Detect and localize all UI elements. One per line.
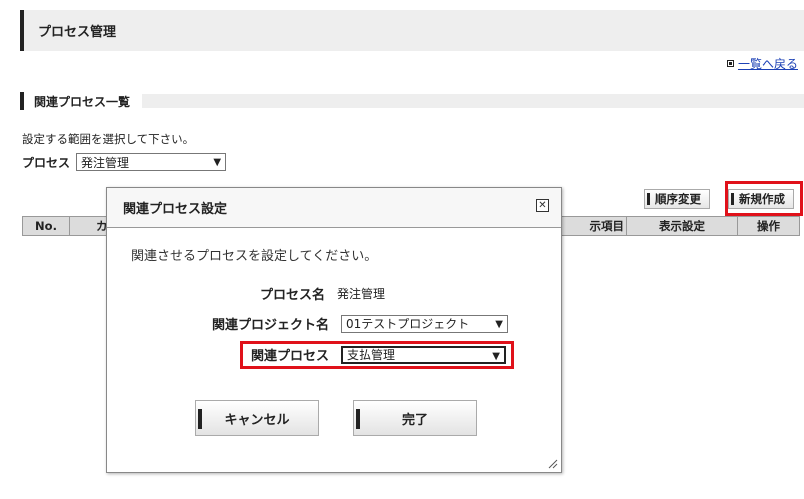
- resize-grip-icon[interactable]: [547, 458, 558, 469]
- section-header: 関連プロセス一覧: [20, 92, 804, 110]
- cancel-button[interactable]: キャンセル: [195, 400, 319, 436]
- col-no: No.: [23, 217, 70, 235]
- dialog-message: 関連させるプロセスを設定してください。: [131, 249, 378, 264]
- related-project-value: 01テストプロジェクト: [346, 317, 470, 331]
- back-link-label[interactable]: 一覧へ戻る: [738, 55, 798, 72]
- instruction-text: 設定する範囲を選択して下さい。: [22, 132, 195, 146]
- back-to-list-link[interactable]: 一覧へ戻る: [726, 55, 798, 72]
- col-actions: 操作: [757, 219, 780, 233]
- chevron-down-icon: ▼: [495, 318, 503, 330]
- process-filter: プロセス 発注管理 ▼: [22, 153, 227, 171]
- done-label: 完了: [401, 412, 428, 428]
- bullet-icon: [726, 60, 734, 67]
- process-label: プロセス: [22, 155, 71, 170]
- related-project-select[interactable]: 01テストプロジェクト ▼: [341, 314, 508, 333]
- process-name-row: プロセス名 発注管理: [201, 284, 385, 303]
- reorder-button[interactable]: 順序変更: [644, 189, 710, 209]
- process-select-value: 発注管理: [81, 155, 130, 170]
- section-title: 関連プロセス一覧: [24, 92, 143, 110]
- related-project-row: 関連プロジェクト名 01テストプロジェクト ▼: [201, 314, 508, 333]
- cancel-label: キャンセル: [224, 412, 290, 428]
- close-icon[interactable]: ✕: [536, 199, 549, 212]
- process-name-value: 発注管理: [337, 287, 386, 301]
- related-process-highlight: [240, 341, 514, 369]
- section-band: [142, 94, 804, 108]
- process-select[interactable]: 発注管理 ▼: [76, 153, 227, 171]
- chevron-down-icon: ▼: [213, 157, 222, 168]
- done-button[interactable]: 完了: [353, 400, 477, 436]
- process-name-label: プロセス名: [259, 288, 325, 303]
- col-display-setting: 表示設定: [627, 217, 738, 235]
- related-project-label: 関連プロジェクト名: [211, 318, 329, 333]
- reorder-label: 順序変更: [655, 192, 701, 206]
- related-process-dialog: 関連プロセス設定 ✕ 関連させるプロセスを設定してください。 プロセス名 発注管…: [106, 187, 562, 473]
- dialog-title: 関連プロセス設定: [107, 188, 561, 228]
- page-title: プロセス管理: [20, 10, 804, 51]
- new-button-highlight: [725, 181, 803, 216]
